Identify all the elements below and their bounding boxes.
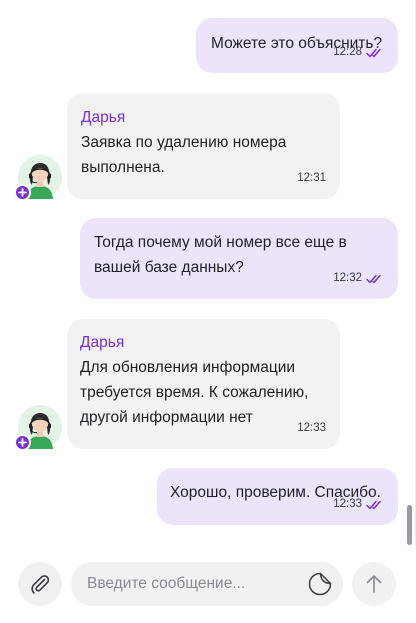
message-text: Заявка по удалению номера выполнена. bbox=[81, 134, 287, 176]
operator-avatar[interactable] bbox=[14, 405, 62, 451]
double-check-icon bbox=[366, 500, 381, 509]
send-button[interactable] bbox=[352, 562, 396, 606]
sticker-button[interactable] bbox=[307, 571, 333, 597]
operator-avatar[interactable] bbox=[14, 155, 62, 201]
message-meta: 12:33 bbox=[333, 492, 384, 517]
paperclip-icon bbox=[31, 575, 50, 594]
message-time: 12:32 bbox=[333, 272, 362, 284]
arrow-up-icon bbox=[366, 575, 382, 593]
attach-button[interactable] bbox=[18, 562, 62, 606]
message-meta: 12:32 bbox=[333, 266, 384, 291]
plus-icon[interactable] bbox=[14, 434, 31, 451]
message-meta: 12:28 bbox=[333, 40, 384, 65]
sender-name: Дарья bbox=[80, 334, 125, 351]
sticker-icon bbox=[308, 572, 332, 596]
sender-name: Дарья bbox=[81, 109, 126, 126]
message-input-container[interactable] bbox=[71, 562, 343, 606]
message-meta: 12:33 bbox=[297, 416, 326, 441]
chat-history[interactable]: Можете это объяснить? 12:28 Дарья Заявка… bbox=[0, 0, 416, 545]
incoming-message: Дарья Для обновления информации требуетс… bbox=[67, 319, 340, 449]
message-time: 12:31 bbox=[297, 172, 326, 184]
outgoing-message: Тогда почему мой номер все еще в вашей б… bbox=[80, 218, 398, 299]
message-time: 12:28 bbox=[333, 46, 362, 58]
plus-icon[interactable] bbox=[14, 184, 31, 201]
message-composer bbox=[0, 545, 416, 623]
double-check-icon bbox=[366, 48, 381, 57]
double-check-icon bbox=[366, 274, 381, 283]
message-input[interactable] bbox=[87, 562, 297, 606]
incoming-message: Дарья Заявка по удалению номера выполнен… bbox=[67, 93, 340, 199]
scrollbar-thumb[interactable] bbox=[407, 505, 412, 545]
message-text: Для обновления информации требуется врем… bbox=[80, 359, 309, 426]
message-time: 12:33 bbox=[297, 422, 326, 434]
message-time: 12:33 bbox=[333, 498, 362, 510]
outgoing-message: Хорошо, проверим. Спасибо. 12:33 bbox=[157, 468, 398, 525]
outgoing-message: Можете это объяснить? 12:28 bbox=[196, 18, 398, 73]
message-meta: 12:31 bbox=[297, 166, 326, 191]
